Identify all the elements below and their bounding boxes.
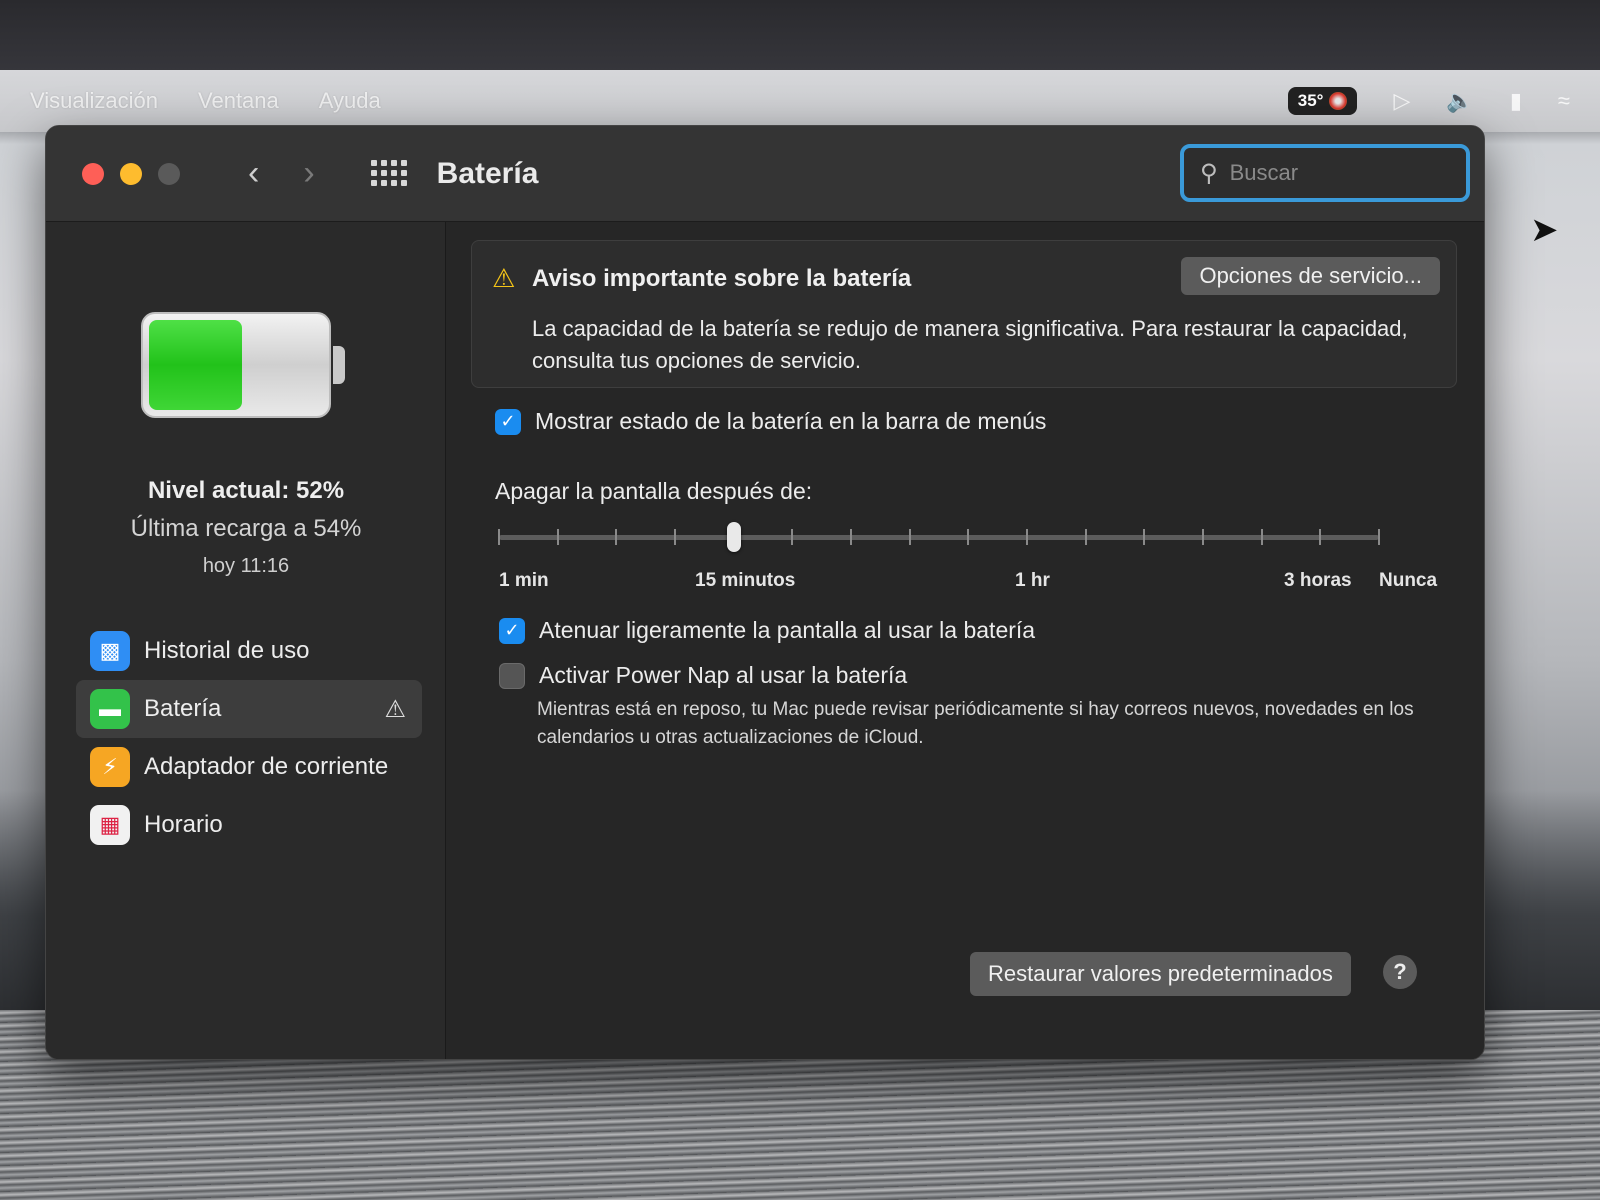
slider-tick <box>850 529 852 545</box>
sidebar-item-battery[interactable]: ▬ Batería ⚠ <box>76 680 422 738</box>
close-window-button[interactable] <box>82 162 104 185</box>
window-title: Batería <box>436 156 539 190</box>
warning-body: La capacidad de la batería se redujo de … <box>532 316 1408 373</box>
sidebar-nav: ▩ Historial de uso ▬ Batería ⚠ ⚡ Adaptad… <box>76 622 422 854</box>
minimize-window-button[interactable] <box>120 162 142 185</box>
menu-window[interactable]: Ventana <box>198 88 279 114</box>
display-sleep-label: Apagar la pantalla después de: <box>495 478 813 504</box>
status-dot-icon <box>1329 92 1348 110</box>
slider-tick <box>967 529 970 545</box>
title-bar: ‹ › Batería ⚲ <box>46 126 1484 222</box>
warning-icon: ⚠ <box>492 263 516 293</box>
battery-fill <box>149 320 242 410</box>
help-button[interactable]: ? <box>1383 955 1417 989</box>
last-charge-time: hoy 11:16 <box>202 555 290 577</box>
last-charge-text: Última recarga a 54% <box>130 515 362 542</box>
service-options-button[interactable]: Opciones de servicio... <box>1181 257 1440 295</box>
battery-icon: ▬ <box>90 689 130 729</box>
power-nap-label: Activar Power Nap al usar la batería <box>539 662 908 688</box>
search-icon: ⚲ <box>1200 159 1218 187</box>
sidebar-item-label: Horario <box>144 811 223 838</box>
battery-menubar-icon[interactable]: ▮ <box>1510 88 1522 114</box>
slider-tick <box>791 529 794 545</box>
sidebar-item-power-adapter[interactable]: ⚡ Adaptador de corriente <box>76 738 422 796</box>
scale-label-1-min: 1 min <box>499 570 549 591</box>
show-in-menubar-option[interactable]: ✓ Mostrar estado de la batería en la bar… <box>495 408 1046 435</box>
scale-label-3-hours: 3 horas <box>1284 570 1352 591</box>
scale-label-1-hr: 1 hr <box>1015 570 1050 591</box>
zoom-window-button[interactable] <box>158 162 180 185</box>
forward-button[interactable]: › <box>303 154 314 193</box>
slider-tick <box>674 529 676 545</box>
sidebar-item-label: Historial de uso <box>144 637 310 664</box>
slider-tick <box>556 529 559 545</box>
sidebar-item-usage-history[interactable]: ▩ Historial de uso <box>76 622 422 680</box>
slider-track <box>499 535 1379 540</box>
battery-body <box>141 312 331 418</box>
temperature-text: 35° <box>1297 91 1324 110</box>
slider-scale: 1 min 15 minutos 1 hr 3 horas Nunca <box>499 570 1459 600</box>
power-nap-checkbox[interactable] <box>499 662 525 689</box>
power-nap-option[interactable]: Activar Power Nap al usar la batería <box>499 662 907 689</box>
slider-tick <box>615 529 618 545</box>
slider-tick <box>908 529 911 545</box>
dim-display-option[interactable]: ✓ Atenuar ligeramente la pantalla al usa… <box>499 617 1035 644</box>
dim-display-checkbox[interactable]: ✓ <box>499 617 525 644</box>
slider-tick <box>1378 529 1380 545</box>
power-nap-description: Mientras está en reposo, tu Mac puede re… <box>537 699 1414 748</box>
show-in-menubar-checkbox[interactable]: ✓ <box>495 408 521 435</box>
restore-defaults-button[interactable]: Restaurar valores predeterminados <box>970 952 1351 996</box>
bar-chart-icon: ▩ <box>90 631 130 671</box>
menu-bar: Visualización Ventana Ayuda 35° ▷ 🔈 ▮ ≈ <box>0 70 1600 132</box>
show-all-grid-icon[interactable] <box>370 159 407 188</box>
search-field[interactable]: ⚲ <box>1180 144 1470 202</box>
show-in-menubar-label: Mostrar estado de la batería en la barra… <box>535 408 1047 434</box>
sidebar-item-label: Batería <box>144 695 222 722</box>
temperature-status-item[interactable]: 35° <box>1287 87 1358 115</box>
main-pane: ⚠ Aviso importante sobre la batería Opci… <box>447 222 1484 1059</box>
scale-label-15-min: 15 minutos <box>695 570 796 591</box>
slider-tick <box>1084 529 1087 545</box>
warning-icon: ⚠ <box>384 695 406 723</box>
warning-title: Aviso importante sobre la batería <box>532 265 912 292</box>
battery-level-graphic <box>141 312 345 422</box>
battery-preferences-window: ‹ › Batería ⚲ Nivel actual: 52% Última r… <box>45 125 1485 1060</box>
sidebar-item-label: Adaptador de corriente <box>144 753 389 780</box>
menu-view[interactable]: Visualización <box>30 88 158 114</box>
scale-label-never: Nunca <box>1379 570 1438 591</box>
back-button[interactable]: ‹ <box>248 154 259 193</box>
battery-terminal <box>333 346 345 384</box>
battery-info: Nivel actual: 52% Última recarga a 54% h… <box>46 477 446 578</box>
slider-thumb[interactable] <box>726 522 741 552</box>
volume-icon[interactable]: 🔈 <box>1446 88 1473 114</box>
calendar-icon: ▦ <box>90 805 130 845</box>
play-icon[interactable]: ▷ <box>1393 88 1410 114</box>
sidebar: Nivel actual: 52% Última recarga a 54% h… <box>46 222 446 1059</box>
wifi-icon[interactable]: ≈ <box>1558 88 1570 114</box>
search-input[interactable] <box>1229 160 1430 186</box>
mouse-cursor-icon: ➤ <box>1530 211 1559 249</box>
sidebar-item-schedule[interactable]: ▦ Horario <box>76 796 422 854</box>
menu-help[interactable]: Ayuda <box>319 88 381 114</box>
lightning-icon: ⚡ <box>90 747 130 787</box>
display-sleep-slider[interactable] <box>498 522 1380 552</box>
dim-display-label: Atenuar ligeramente la pantalla al usar … <box>539 617 1036 643</box>
battery-warning-panel: ⚠ Aviso importante sobre la batería Opci… <box>471 240 1457 388</box>
slider-tick <box>1260 529 1263 545</box>
current-level-text: Nivel actual: 52% <box>147 477 345 504</box>
slider-tick <box>1319 529 1322 545</box>
slider-tick <box>1026 529 1028 545</box>
slider-tick <box>1202 529 1204 545</box>
slider-tick <box>498 529 500 545</box>
slider-tick <box>1143 529 1146 545</box>
